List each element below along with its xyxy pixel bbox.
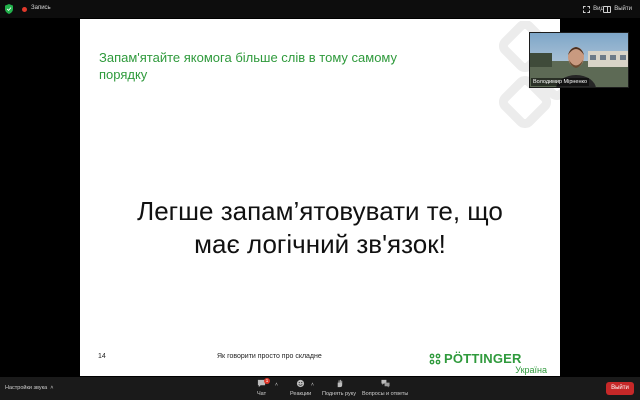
shared-slide: Запам'ятайте якомога більше слів в тому … — [80, 19, 560, 376]
reactions-button[interactable]: Реакции — [290, 379, 311, 397]
exit-fullscreen-label: Выйти — [614, 6, 632, 12]
reactions-options-chevron-icon[interactable]: ˄ — [311, 382, 314, 388]
audio-settings-button[interactable]: Настройки звука ˄ — [5, 385, 53, 391]
slide-footer-text: Як говорити просто про складне — [217, 353, 322, 360]
pottinger-logo-icon — [429, 353, 441, 365]
chat-label: Чат — [257, 391, 267, 397]
shield-icon[interactable] — [5, 4, 13, 14]
view-icon — [583, 5, 591, 13]
qa-label: Вопросы и ответы — [362, 391, 409, 397]
pottinger-logo-subtext: Україна — [515, 365, 547, 375]
slide-main-text: Легше запам’ятовувати те, що має логічни… — [80, 195, 560, 261]
meeting-toolbar: Настройки звука ˄ 1 Чат ˄ Реакции ˄ Подн… — [0, 377, 640, 400]
meeting-top-bar: Запись Вид Выйти — [0, 0, 640, 18]
participant-name-label: Володимир Мірненко — [531, 78, 590, 86]
chat-button[interactable]: 1 Чат — [257, 378, 270, 397]
qa-icon — [381, 379, 390, 388]
reactions-icon — [297, 379, 305, 388]
pottinger-logo: PÖTTINGER Україна — [429, 351, 547, 375]
recording-icon — [22, 6, 27, 12]
raise-hand-label: Поднять руку — [322, 391, 356, 397]
chevron-up-icon: ˄ — [48, 385, 54, 391]
audio-settings-label: Настройки звука — [5, 385, 48, 391]
reactions-label: Реакции — [290, 391, 312, 397]
raise-hand-icon — [337, 379, 342, 388]
exit-fullscreen-button[interactable]: Выйти — [603, 3, 632, 15]
recording-label[interactable]: Запись — [31, 5, 51, 11]
leave-meeting-button[interactable]: Выйти — [606, 382, 634, 395]
pottinger-logo-text: PÖTTINGER — [444, 351, 522, 366]
slide-page-number: 14 — [98, 353, 106, 360]
exit-fullscreen-icon — [603, 5, 612, 13]
qa-button[interactable]: Вопросы и ответы — [362, 379, 408, 397]
chat-options-chevron-icon[interactable]: ˄ — [275, 382, 278, 388]
participant-video-tile[interactable]: Володимир Мірненко — [529, 32, 629, 88]
slide-main-line-2: має логічний зв'язок! — [194, 229, 446, 259]
slide-heading: Запам'ятайте якомога більше слів в тому … — [99, 50, 398, 82]
raise-hand-button[interactable]: Поднять руку — [322, 379, 356, 397]
chat-badge: 1 — [264, 378, 270, 384]
view-button[interactable]: Вид — [583, 3, 604, 15]
slide-main-line-1: Легше запам’ятовувати те, що — [137, 196, 503, 226]
